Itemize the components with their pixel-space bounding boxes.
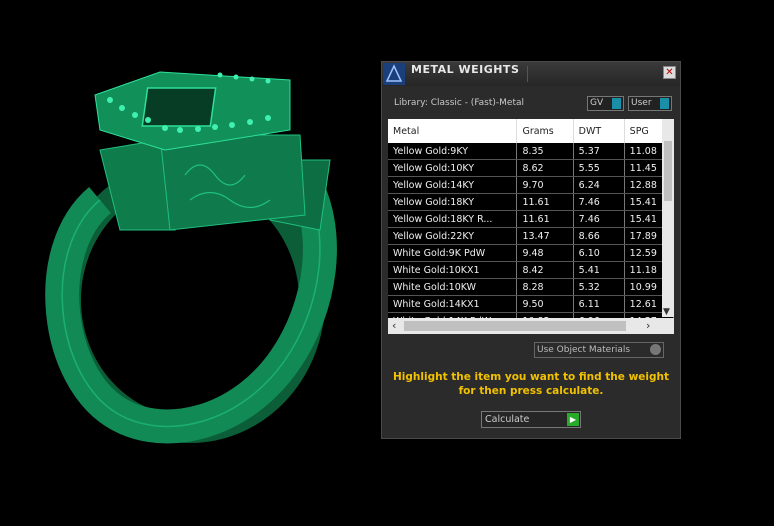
- cell-dwt: 5.32: [573, 278, 625, 296]
- cell-metal: Yellow Gold:9KY: [388, 143, 518, 160]
- cell-dwt: 7.46: [573, 210, 625, 228]
- cell-metal: Yellow Gold:18KY: [388, 193, 518, 211]
- vertical-scrollbar[interactable]: ▼: [662, 119, 674, 317]
- ring-3d-viewport[interactable]: [0, 0, 380, 526]
- column-header-dwt[interactable]: DWT: [573, 119, 625, 143]
- column-header-metal[interactable]: Metal: [388, 119, 518, 143]
- panel-title: METAL WEIGHTS: [411, 63, 520, 76]
- cell-grams: 8.35: [516, 143, 574, 160]
- horizontal-scroll-thumb[interactable]: [404, 321, 626, 331]
- instruction-line-2: for then press calculate.: [458, 385, 604, 397]
- cell-grams: 8.42: [516, 261, 574, 279]
- scroll-right-icon[interactable]: ›: [646, 319, 650, 332]
- user-toggle[interactable]: User: [628, 96, 672, 111]
- cell-dwt: 5.37: [573, 143, 625, 160]
- table-row[interactable]: White Gold:10KX1 8.42 5.41 11.18: [388, 261, 674, 279]
- metal-weights-panel: METAL WEIGHTS ✕ Library: Classic - (Fast…: [381, 61, 681, 439]
- cell-dwt: 7.46: [573, 193, 625, 211]
- table-row[interactable]: Yellow Gold:14KY 9.70 6.24 12.88: [388, 176, 674, 194]
- cell-grams: 8.28: [516, 278, 574, 296]
- table-row[interactable]: White Gold:9K PdW 9.48 6.10 12.59: [388, 244, 674, 262]
- cell-grams: 9.48: [516, 244, 574, 262]
- table-header-row: Metal Grams DWT SPG: [388, 119, 674, 143]
- user-toggle-label: User: [631, 98, 652, 108]
- toggle-knob-icon: [660, 98, 669, 109]
- cell-dwt: 8.66: [573, 227, 625, 245]
- cell-dwt: 5.41: [573, 261, 625, 279]
- ring-stone-seat: [141, 87, 217, 127]
- cell-metal: Yellow Gold:14KY: [388, 176, 518, 194]
- cell-grams: 11.61: [516, 210, 574, 228]
- cell-dwt: 6.10: [573, 244, 625, 262]
- cell-dwt: 6.11: [573, 295, 625, 313]
- cell-grams: 9.70: [516, 176, 574, 194]
- radio-knob-icon: [650, 344, 661, 355]
- cell-metal: White Gold:9K PdW: [388, 244, 518, 262]
- cell-metal: White Gold:10KW: [388, 278, 518, 296]
- toggle-knob-icon: [612, 98, 621, 109]
- table-row[interactable]: White Gold:14KX1 9.50 6.11 12.61: [388, 295, 674, 313]
- calculate-label: Calculate: [485, 414, 530, 425]
- library-label: Library: Classic - (Fast)-Metal: [394, 98, 525, 108]
- cell-metal: Yellow Gold:22KY: [388, 227, 518, 245]
- gv-toggle-label: GV: [590, 98, 604, 108]
- scroll-left-icon[interactable]: ‹: [392, 319, 396, 332]
- panel-titlebar[interactable]: METAL WEIGHTS ✕: [382, 62, 680, 86]
- cell-dwt: 5.55: [573, 159, 625, 177]
- app-logo-icon: [383, 63, 405, 85]
- scroll-down-icon[interactable]: ▼: [663, 307, 670, 317]
- cell-metal: Yellow Gold:10KY: [388, 159, 518, 177]
- table-row[interactable]: Yellow Gold:18KY 11.61 7.46 15.41: [388, 193, 674, 211]
- table-row[interactable]: Yellow Gold:9KY 8.35 5.37 11.08: [388, 143, 674, 160]
- cell-metal: White Gold:10KX1: [388, 261, 518, 279]
- cell-metal: White Gold:14KX1: [388, 295, 518, 313]
- ring-gallery: [159, 134, 306, 231]
- gv-toggle[interactable]: GV: [587, 96, 624, 111]
- instruction-text: Highlight the item you want to find the …: [382, 370, 680, 398]
- instruction-line-1: Highlight the item you want to find the …: [393, 371, 669, 383]
- use-object-materials-toggle[interactable]: Use Object Materials: [534, 342, 664, 358]
- title-divider: [527, 66, 528, 82]
- cell-grams: 8.62: [516, 159, 574, 177]
- calculate-button[interactable]: Calculate ▶: [481, 411, 581, 428]
- metal-table[interactable]: Metal Grams DWT SPG Yellow Gold:9KY 8.35 5…: [388, 119, 674, 334]
- close-button[interactable]: ✕: [663, 66, 676, 79]
- cell-grams: 13.47: [516, 227, 574, 245]
- cell-dwt: 6.24: [573, 176, 625, 194]
- table-row[interactable]: White Gold:10KW 8.28 5.32 10.99: [388, 278, 674, 296]
- table-row[interactable]: Yellow Gold:22KY 13.47 8.66 17.89: [388, 227, 674, 245]
- table-row[interactable]: Yellow Gold:10KY 8.62 5.55 11.45: [388, 159, 674, 177]
- cell-grams: 9.50: [516, 295, 574, 313]
- vertical-scroll-thumb[interactable]: [664, 141, 672, 201]
- use-object-materials-label: Use Object Materials: [537, 345, 631, 355]
- cell-grams: 11.61: [516, 193, 574, 211]
- horizontal-scrollbar[interactable]: ‹ ›: [388, 318, 674, 334]
- cell-metal: Yellow Gold:18KY R...: [388, 210, 518, 228]
- table-row[interactable]: Yellow Gold:18KY R... 11.61 7.46 15.41: [388, 210, 674, 228]
- column-header-grams[interactable]: Grams: [516, 119, 574, 143]
- play-icon: ▶: [567, 413, 579, 426]
